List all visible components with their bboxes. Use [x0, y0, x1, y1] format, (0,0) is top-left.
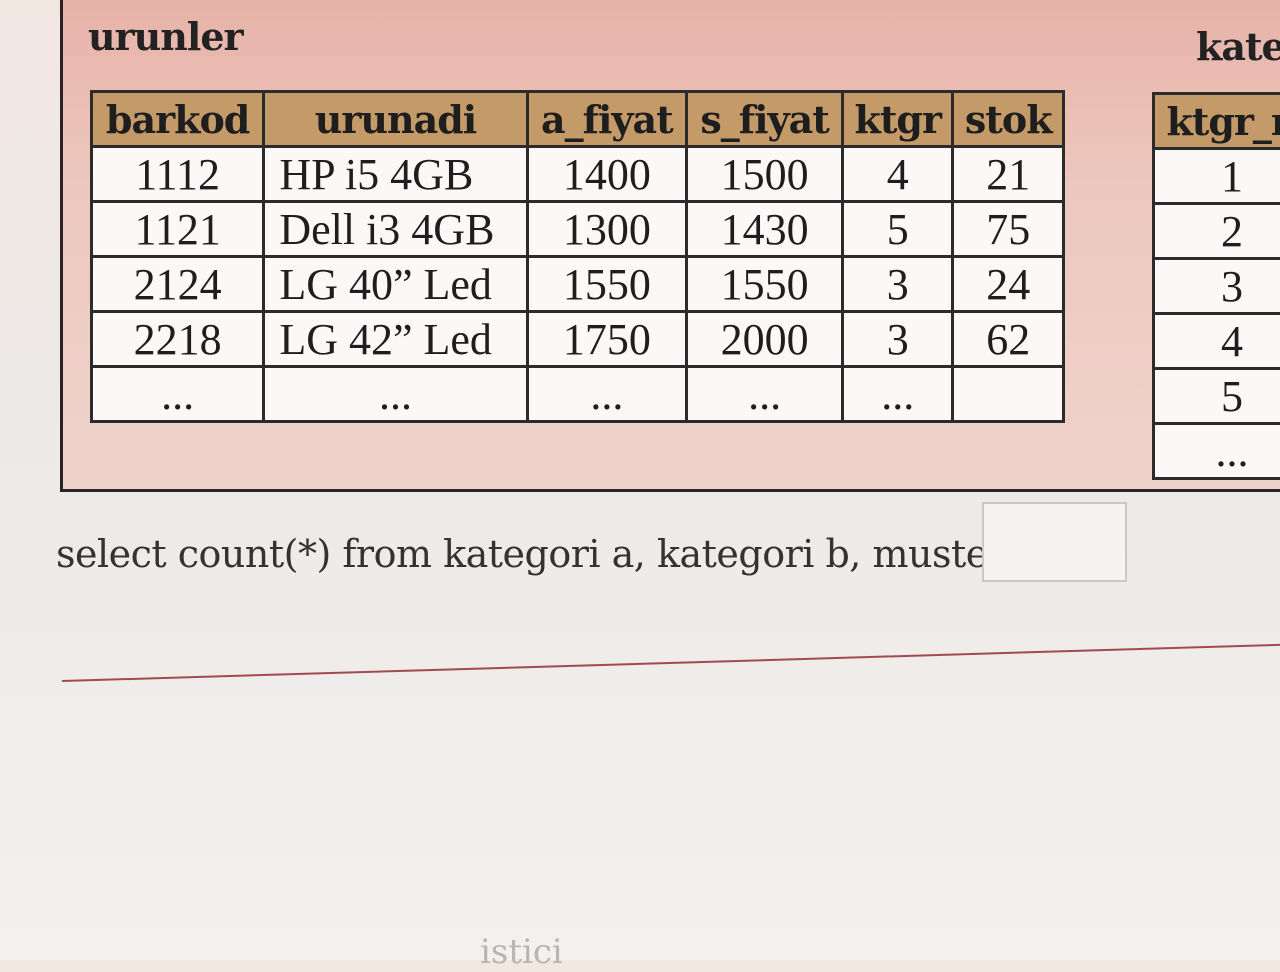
table-row: 2: [1154, 204, 1280, 259]
cell-s-fiyat: 2000: [687, 312, 843, 367]
cell-a-fiyat: ...: [527, 367, 687, 422]
cell-ktgr: 4: [843, 147, 953, 202]
cell-s-fiyat: ...: [687, 367, 843, 422]
table-header-row: barkod urunadi a_fiyat s_fiyat ktgr stok: [92, 92, 1064, 147]
question-text: select count(*) from kategori a, kategor…: [56, 532, 1049, 576]
cell-ktgr-no: 1: [1154, 149, 1280, 204]
cell-ktgr-no: ...: [1154, 424, 1280, 479]
cell-barkod: 1121: [92, 202, 264, 257]
cell-a-fiyat: 1750: [527, 312, 687, 367]
cell-ktgr-no: 3: [1154, 259, 1280, 314]
cell-stok: 21: [953, 147, 1064, 202]
cell-ktgr: ...: [843, 367, 953, 422]
cell-urunadi: LG 42” Led: [264, 312, 527, 367]
cell-ktgr: 3: [843, 312, 953, 367]
table-row: 4: [1154, 314, 1280, 369]
table-row: 2124 LG 40” Led 1550 1550 3 24: [92, 257, 1064, 312]
column-header-a-fiyat: a_fiyat: [527, 92, 687, 147]
cell-s-fiyat: 1500: [687, 147, 843, 202]
cell-urunadi: ...: [264, 367, 527, 422]
table-header-row: ktgr_n: [1154, 94, 1280, 149]
cell-barkod: 2218: [92, 312, 264, 367]
kategori-table-title: kateg: [1196, 24, 1280, 69]
cell-ktgr: 5: [843, 202, 953, 257]
table-row: 1121 Dell i3 4GB 1300 1430 5 75: [92, 202, 1064, 257]
cell-a-fiyat: 1400: [527, 147, 687, 202]
column-header-ktgr: ktgr: [843, 92, 953, 147]
cell-stok: 75: [953, 202, 1064, 257]
column-header-barkod: barkod: [92, 92, 264, 147]
cell-barkod: 2124: [92, 257, 264, 312]
table-row-ellipsis: ...: [1154, 424, 1280, 479]
cell-barkod: 1112: [92, 147, 264, 202]
column-header-s-fiyat: s_fiyat: [687, 92, 843, 147]
cell-a-fiyat: 1300: [527, 202, 687, 257]
cell-ktgr-no: 5: [1154, 369, 1280, 424]
column-header-urunadi: urunadi: [264, 92, 527, 147]
answer-input[interactable]: [982, 502, 1127, 582]
cell-a-fiyat: 1550: [527, 257, 687, 312]
cell-urunadi: LG 40” Led: [264, 257, 527, 312]
table-row: 2218 LG 42” Led 1750 2000 3 62: [92, 312, 1064, 367]
table-row: 1: [1154, 149, 1280, 204]
urunler-table: barkod urunadi a_fiyat s_fiyat ktgr stok…: [90, 90, 1065, 423]
cell-stok: 62: [953, 312, 1064, 367]
column-header-ktgr-no: ktgr_n: [1154, 94, 1280, 149]
cell-s-fiyat: 1430: [687, 202, 843, 257]
cell-ktgr: 3: [843, 257, 953, 312]
cell-ktgr-no: 2: [1154, 204, 1280, 259]
cell-barkod: ...: [92, 367, 264, 422]
section-divider: [62, 644, 1280, 682]
cell-urunadi: Dell i3 4GB: [264, 202, 527, 257]
cell-stok: [953, 367, 1064, 422]
partial-footer-text: istici: [480, 932, 563, 972]
table-row: 5: [1154, 369, 1280, 424]
table-row-ellipsis: ... ... ... ... ...: [92, 367, 1064, 422]
table-row: 3: [1154, 259, 1280, 314]
kategori-table: ktgr_n 1 2 3 4 5 ...: [1152, 92, 1280, 480]
cell-s-fiyat: 1550: [687, 257, 843, 312]
urunler-table-title: urunler: [88, 14, 243, 59]
table-row: 1112 HP i5 4GB 1400 1500 4 21: [92, 147, 1064, 202]
cell-stok: 24: [953, 257, 1064, 312]
cell-urunadi: HP i5 4GB: [264, 147, 527, 202]
cell-ktgr-no: 4: [1154, 314, 1280, 369]
column-header-stok: stok: [953, 92, 1064, 147]
